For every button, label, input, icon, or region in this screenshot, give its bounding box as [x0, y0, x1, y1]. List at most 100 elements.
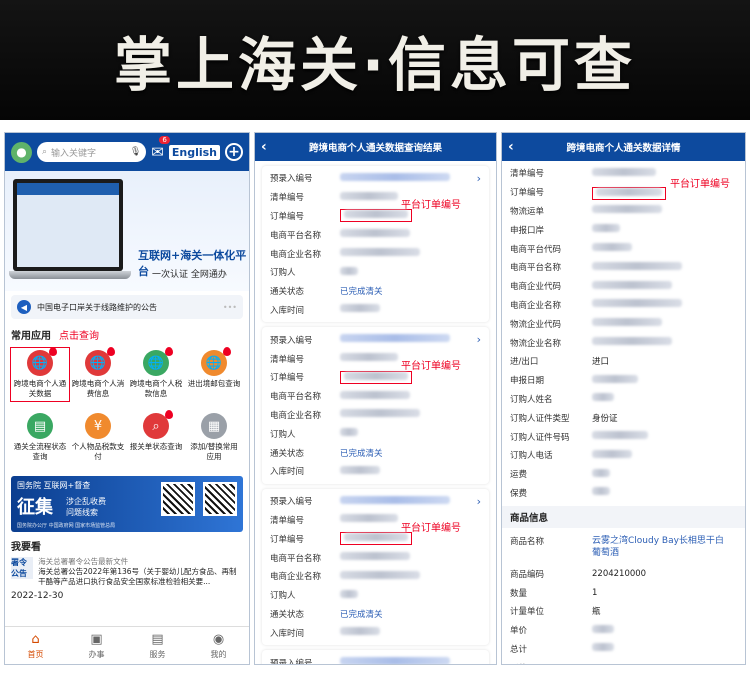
mail-icon[interactable]: ✉ 6 — [151, 136, 170, 161]
field-label: 预录入编号 — [270, 174, 313, 185]
nav-bar: ‹ 跨境电商个人通关数据查询结果 — [255, 133, 496, 161]
tab-icon: ▤ — [151, 631, 164, 647]
tab-label: 服务 — [149, 649, 166, 659]
detail-body: 清单编号 订单编号 平台订单编号 物流运单 申报口岸 电商平台代码 电商平台名称 电商企业代码… — [502, 161, 745, 665]
field-label: 订购人 — [270, 268, 296, 279]
result-card[interactable]: › 平台订单编号 预录入编号 清单编号 订单编号 电商平台名称 电商企业名称 订购人 通关状态 已… — [262, 327, 489, 484]
field-label: 订单编号 — [270, 534, 305, 545]
field-value — [340, 248, 420, 259]
field-label: 总计 — [510, 644, 528, 655]
field-label: 申报口岸 — [510, 225, 545, 236]
field-label: 预录入编号 — [270, 497, 313, 508]
field-value: 已完成清关 — [340, 609, 383, 620]
ad-foot: 国务院办公厅 中国政府网 国家市场监管总局 — [17, 523, 116, 529]
chevron-right-icon[interactable]: › — [477, 333, 481, 346]
ad-banner[interactable]: 国务院 互联网+督查 征集 涉企乱收费 问题线索 国务院办公厅 中国政府网 国家… — [11, 476, 243, 532]
chevron-right-icon[interactable]: › — [477, 495, 481, 508]
field-value — [592, 487, 610, 498]
more-icon[interactable]: ••• — [223, 303, 237, 312]
field-value — [592, 261, 682, 273]
ad-line1: 涉企乱收费 — [66, 497, 106, 506]
field-row: 通关状态 已完成清关 — [270, 443, 481, 462]
order-number-box — [340, 532, 412, 546]
banner: 掌上海关·信息可查 — [0, 0, 750, 120]
field-value — [340, 465, 380, 477]
app-item[interactable]: 🌐 跨境电商个人税款信息 — [127, 347, 185, 401]
add-icon[interactable]: + — [225, 143, 243, 161]
app-icon: 🌐 — [143, 347, 173, 376]
tab-item[interactable]: ⌂ 首页 — [5, 627, 66, 664]
result-card[interactable]: › 平台订单编号 预录入编号 清单编号 订单编号 电商平台名称 电商企业名称 订购人 通关状态 已… — [262, 166, 489, 323]
field-row: 入库时间 — [270, 301, 481, 320]
field-value — [592, 431, 648, 442]
back-icon[interactable]: ‹ — [508, 139, 528, 155]
field-row: 通关状态 已完成清关 — [270, 605, 481, 624]
search-input[interactable]: ⌕ 输入关键字 🎙 — [37, 142, 147, 162]
common-apps-header: 常用应用 点击查询 — [5, 323, 249, 346]
app-item[interactable]: ▦ 添加/替换常用应用 — [185, 411, 243, 464]
qr-code-icon — [203, 482, 237, 516]
field-row: 电商企业名称 — [270, 567, 481, 586]
annotation-platform-order: 平台订单编号 — [401, 361, 461, 373]
field-row: 物流企业名称 — [510, 333, 737, 352]
notice-bar[interactable]: ◀ 中国电子口岸关于线路维护的公告 ••• — [11, 295, 243, 319]
english-button[interactable]: English — [168, 144, 220, 160]
field-row: 商品编码 2204210000 — [510, 564, 737, 583]
flame-icon — [223, 347, 231, 356]
field-row: 计量单位 瓶 — [510, 602, 737, 621]
app-item[interactable]: ⌕ 报关单状态查询 — [127, 410, 185, 464]
app-item[interactable]: 🌐 跨境电商个人通关数据 — [10, 347, 70, 402]
chevron-right-icon[interactable]: › — [477, 172, 481, 185]
order-number-box — [592, 187, 666, 201]
result-card[interactable]: › 平台订单编号 预录入编号 清单编号 订单编号 电商平台名称 电商企业名称 订购人 通关状态 已… — [262, 488, 489, 646]
tab-item[interactable]: ▣ 办事 — [66, 627, 127, 664]
field-label: 通关状态 — [270, 609, 305, 620]
field-label: 币值 — [510, 662, 592, 665]
annotation-platform-order: 平台订单编号 — [401, 522, 461, 534]
field-label: 通关状态 — [270, 287, 305, 298]
field-row: 进/出口 进口 — [510, 352, 737, 371]
app-item[interactable]: 🌐 进出境邮包查询 — [185, 347, 243, 401]
field-label: 物流企业代码 — [510, 319, 562, 330]
result-card[interactable]: 预录入编号 — [262, 650, 489, 664]
microphone-icon[interactable]: 🎙 — [130, 147, 141, 157]
app-icon: ⌕ — [143, 410, 173, 439]
field-label: 商品编码 — [510, 569, 545, 580]
tab-item[interactable]: ▤ 服务 — [127, 627, 188, 664]
field-value: 人民币 — [592, 662, 618, 665]
field-value — [340, 370, 412, 384]
field-value — [340, 209, 412, 223]
field-value — [592, 224, 620, 235]
field-row: 预录入编号 — [270, 492, 481, 511]
app-label: 添加/替换常用应用 — [190, 442, 238, 461]
app-grid: 🌐 跨境电商个人通关数据 🌐 跨境电商个人消费信息 🌐 跨境电商个人税款信息 🌐 进出境邮包查… — [5, 346, 249, 466]
speaker-icon: ◀ — [17, 300, 31, 314]
avatar[interactable]: ● — [11, 141, 32, 163]
field-row: 入库时间 — [270, 462, 481, 481]
page-title: 跨境电商个人通关数据详情 — [566, 143, 681, 154]
field-label: 保费 — [510, 488, 528, 499]
phone-home-screen: ● ⌕ 输入关键字 🎙 ✉ 6 English + 互联网+海关一体化平台 一次认… — [4, 132, 250, 665]
field-label: 申报日期 — [510, 376, 545, 387]
hero-banner[interactable]: 互联网+海关一体化平台 一次认证 全网通办 — [5, 171, 249, 291]
app-item[interactable]: ▤ 通关全流程状态查询 — [11, 411, 69, 464]
app-label: 报关单状态查询 — [129, 442, 183, 451]
field-value — [592, 468, 610, 480]
app-icon: ▤ — [27, 413, 53, 439]
field-label: 物流运单 — [510, 206, 545, 217]
field-row: 物流运单 — [510, 202, 737, 221]
field-value — [592, 299, 682, 310]
field-value: 1 — [592, 587, 598, 598]
app-item[interactable]: 🌐 跨境电商个人消费信息 — [69, 347, 127, 401]
field-value — [592, 280, 672, 292]
annotation-click-query: 点击查询 — [59, 331, 99, 342]
back-icon[interactable]: ‹ — [261, 139, 281, 155]
order-number-box — [340, 370, 412, 384]
field-row: 订购人证件类型 身份证 — [510, 408, 737, 427]
tab-bar: ⌂ 首页 ▣ 办事 ▤ 服务 ◉ 我的 — [5, 626, 249, 664]
field-row: 订购人 — [270, 586, 481, 605]
app-item[interactable]: ¥ 个人物品税款支付 — [69, 411, 127, 464]
news-item[interactable]: 署令公告 海关总署署令公告最新文件 海关总署公告2022年第136号（关于婴幼儿… — [5, 555, 249, 589]
field-value — [592, 449, 632, 461]
tab-item[interactable]: ◉ 我的 — [188, 627, 249, 664]
